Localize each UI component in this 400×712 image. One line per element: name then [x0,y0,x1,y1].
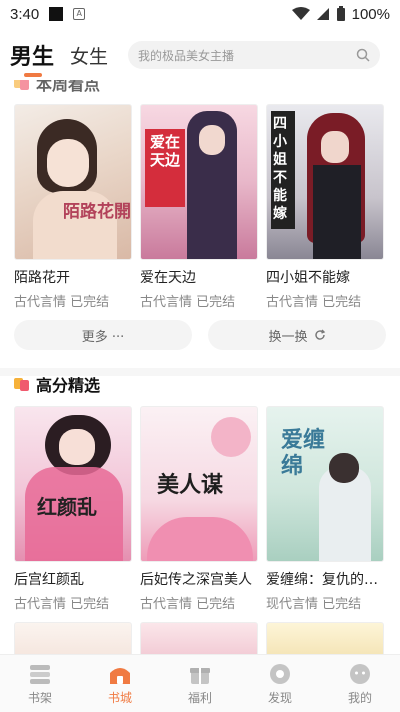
signal-icon [316,8,329,20]
book-card[interactable]: 美人谋 后妃传之深宫美人 古代言情 已完结 [140,406,258,612]
book-card[interactable]: 爱在天边 爱在天边 古代言情 已完结 [140,104,258,310]
book-cover: 美人谋 [140,406,258,562]
cover-title-text: 爱在天边 [150,133,181,169]
book-cover[interactable] [266,622,384,654]
notification-icon [49,7,64,21]
cover-title-text: 美人谋 [157,472,224,498]
active-tab-indicator [24,73,42,77]
book-cover: 爱缠绵 [266,406,384,562]
cover-title-text: 四小姐不能嫁 [273,116,287,222]
cover-title-text: 爱缠绵 [281,427,326,479]
book-title: 陌路花开 [14,270,70,286]
tab-female[interactable]: 女生 [70,42,108,69]
profile-icon [348,662,372,686]
main-content: 本周看点 陌路花開 陌路花开 古代言情 已完结 爱在天边 爱在天边 古代言情 已… [0,80,400,654]
weekly-book-row: 陌路花開 陌路花开 古代言情 已完结 爱在天边 爱在天边 古代言情 已完结 四小… [14,104,384,310]
status-bar: 3:40 A 100% [0,0,400,28]
cover-title-text: 红颜乱 [37,495,97,519]
book-card[interactable]: 爱缠绵 爱缠绵：复仇的女人 现代言情 已完结 [266,406,384,612]
cover-title-text: 陌路花開 [63,202,131,222]
book-card[interactable]: 陌路花開 陌路花开 古代言情 已完结 [14,104,132,310]
book-cover: 爱在天边 [140,104,258,260]
book-cover: 陌路花開 [14,104,132,260]
tab-female-label: 女生 [70,45,109,68]
search-icon [356,48,370,62]
section-books-icon [14,377,30,391]
book-cover: 四小姐不能嫁 [266,104,384,260]
tab-male[interactable]: 男生 [10,39,55,77]
book-title: 爱在天边 [140,270,196,286]
nav-discover[interactable]: 发现 [240,655,320,712]
bookstore-icon [108,662,132,686]
nav-welfare-label: 福利 [187,690,212,705]
nav-welfare[interactable]: 福利 [160,655,240,712]
battery-level: 100% [351,5,390,23]
book-title: 后宫红颜乱 [14,572,84,588]
next-book-row [14,622,384,654]
book-meta: 古代言情 已完结 [14,597,110,612]
gift-icon [188,662,212,686]
book-meta: 古代言情 已完结 [266,295,362,310]
book-title: 爱缠绵：复仇的女人 [266,572,384,588]
search-bar[interactable]: 我的极品美女主播 [128,41,381,69]
book-meta: 古代言情 已完结 [140,597,236,612]
book-meta: 古代言情 已完结 [14,295,110,310]
search-placeholder: 我的极品美女主播 [138,48,235,63]
wifi-icon [291,7,310,20]
refresh-icon [314,329,325,340]
book-title: 四小姐不能嫁 [266,270,350,286]
book-title: 后妃传之深宫美人 [140,572,252,588]
battery-icon [336,6,345,21]
nav-bookstore[interactable]: 书城 [80,655,160,712]
book-card[interactable]: 红颜乱 后宫红颜乱 古代言情 已完结 [14,406,132,612]
bottom-nav: 书架 书城 福利 发现 我的 [0,654,400,712]
top-header: 男生 女生 我的极品美女主播 [0,30,400,80]
book-meta: 现代言情 已完结 [266,597,362,612]
tab-male-label: 男生 [10,45,55,70]
nav-bookstore-label: 书城 [107,690,132,705]
more-button[interactable]: 更多 ··· [14,320,192,350]
bookshelf-icon [28,662,52,686]
nav-discover-label: 发现 [267,690,292,705]
nav-profile-label: 我的 [347,690,372,705]
book-cover: 红颜乱 [14,406,132,562]
nav-bookshelf[interactable]: 书架 [0,655,80,712]
book-cover[interactable] [140,622,258,654]
nav-bookshelf-label: 书架 [27,690,52,705]
more-button-label: 更多 ··· [81,329,125,345]
book-meta: 古代言情 已完结 [140,295,236,310]
book-cover[interactable] [14,622,132,654]
status-time: 3:40 [10,5,40,23]
discover-icon [268,662,292,686]
section-top-rated-label: 高分精选 [36,376,101,395]
nav-profile[interactable]: 我的 [320,655,400,712]
book-card[interactable]: 四小姐不能嫁 四小姐不能嫁 古代言情 已完结 [266,104,384,310]
font-notification-icon: A [73,8,86,20]
top-rated-book-row: 红颜乱 后宫红颜乱 古代言情 已完结 美人谋 后妃传之深宫美人 古代言情 已完结… [14,406,384,612]
refresh-button-label: 换一换 [268,329,308,345]
section-top-rated-title: 高分精选 [14,372,100,396]
refresh-button[interactable]: 换一换 [208,320,386,350]
